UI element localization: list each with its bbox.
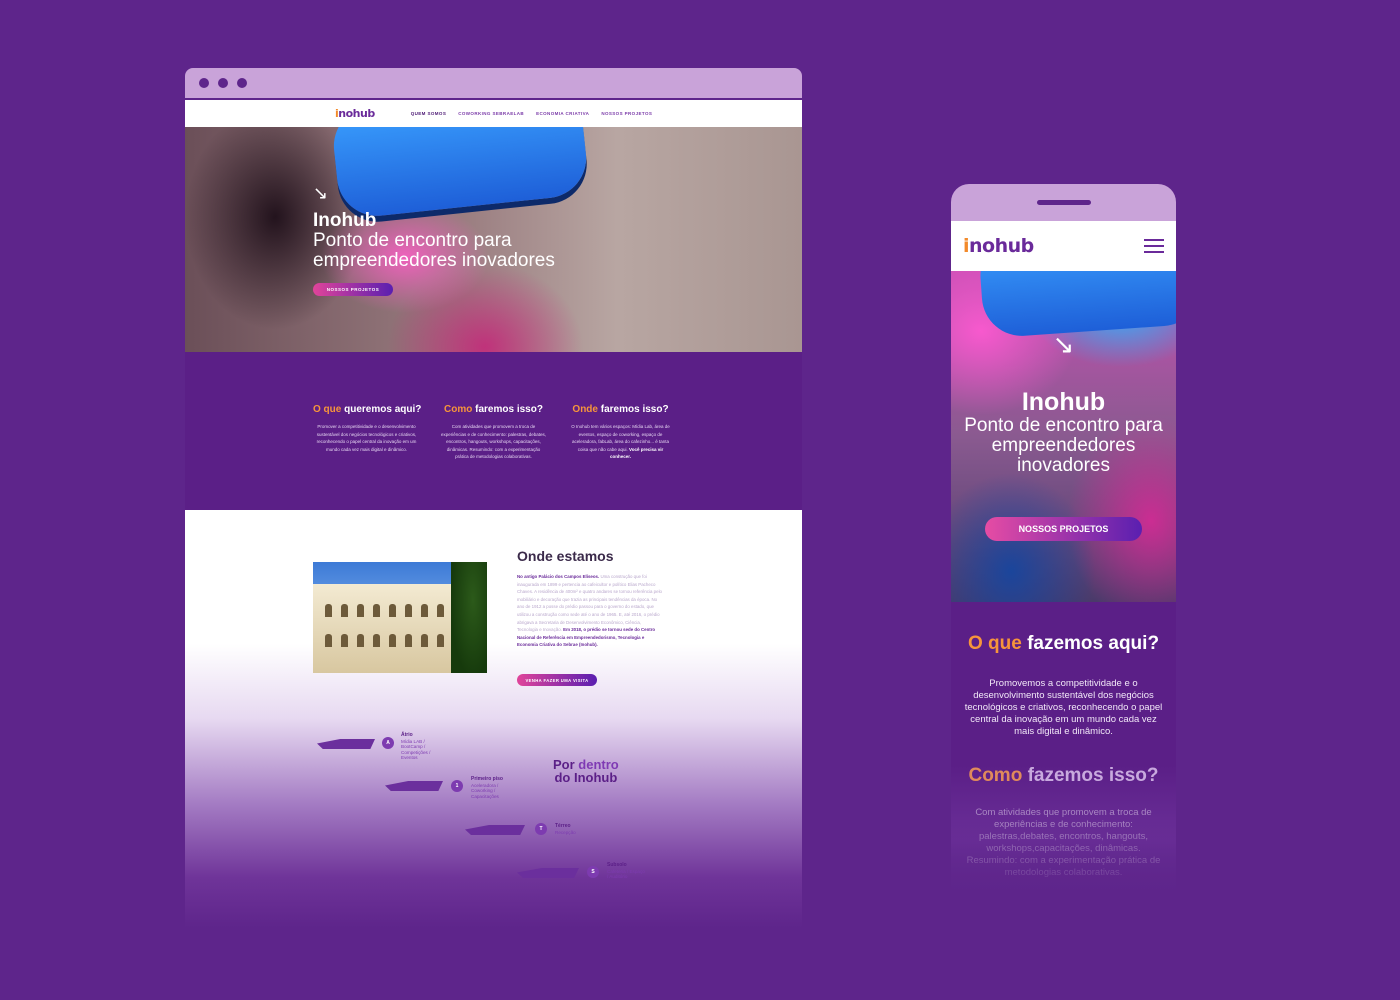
column-text: O Inohub tem vários espaços: Mídia Lab, …: [571, 424, 670, 459]
floor-shape-atrio: [317, 739, 375, 749]
floor-shape-terreo: [465, 825, 525, 835]
inohub-logo[interactable]: inohub: [963, 235, 1034, 257]
desktop-mockup: inohub QUEM SOMOS COWORKING SEBRAELAB EC…: [185, 68, 802, 928]
nossos-projetos-button[interactable]: NOSSOS PROJETOS: [985, 517, 1142, 541]
column-onde: Onde faremos isso? O Inohub tem vários e…: [567, 404, 674, 510]
mobile-navbar: inohub: [951, 221, 1176, 271]
arrow-down-right-icon: ↘: [1052, 329, 1075, 359]
intro-section: O que queremos aqui? Promover a competit…: [185, 352, 802, 510]
window-dot-close[interactable]: [199, 78, 209, 88]
phone-top-bezel: [951, 184, 1176, 221]
nav-nossos-projetos[interactable]: NOSSOS PROJETOS: [601, 111, 652, 116]
column-heading: O que queremos aqui?: [313, 404, 422, 415]
onde-estamos-title: Onde estamos: [517, 548, 614, 564]
tree-illustration: [451, 562, 487, 673]
floor-label: Átrio Mídia LAB / BootCamp / Competições …: [401, 732, 431, 760]
fade-overlay: [951, 820, 1176, 900]
column-text: Com atividades que promovem a troca de e…: [440, 424, 547, 459]
vr-headset-image: [329, 127, 591, 220]
floor-badge[interactable]: S: [587, 866, 599, 878]
hero-subtitle: Ponto de encontro para empreendedores in…: [313, 230, 555, 271]
desktop-navbar: inohub QUEM SOMOS COWORKING SEBRAELAB EC…: [185, 100, 802, 127]
nav-coworking[interactable]: COWORKING SEBRAELAB: [458, 111, 524, 116]
building-illustration: [313, 584, 463, 673]
window-dot-minimize[interactable]: [218, 78, 228, 88]
column-como: Como faremos isso? Com atividades que pr…: [440, 404, 547, 510]
section-heading-como: Como fazemos isso?: [968, 765, 1159, 786]
browser-chrome: [185, 68, 802, 100]
floor-label: Subsolo Cafeteria / Espaço / Auditório: [607, 862, 645, 879]
floor-badge[interactable]: T: [535, 823, 547, 835]
mobile-mockup: inohub ↘ Inohub Ponto de encontro para e…: [951, 184, 1176, 900]
hero-title: Inohub: [1021, 388, 1106, 416]
floor-label: Térreo Recepção: [555, 823, 576, 835]
phone-speaker: [1036, 200, 1091, 205]
location-section: Onde estamos No antigo Palácio dos Campo…: [185, 510, 802, 928]
hero-subtitle: Ponto de encontro para empreendedores in…: [964, 415, 1163, 476]
section-text: Promovemos a competitividade e o desenvo…: [964, 678, 1163, 737]
palace-photo: [313, 562, 487, 673]
column-heading: Como faremos isso?: [444, 404, 543, 415]
nav-economia-criativa[interactable]: ECONOMIA CRIATIVA: [536, 111, 589, 116]
hero-banner: ↘ Inohub Ponto de encontro para empreend…: [185, 127, 802, 352]
onde-estamos-text: No antigo Palácio dos Campos Elíseos. Um…: [517, 574, 662, 648]
floor-badge[interactable]: 1: [451, 780, 463, 792]
column-heading: Onde faremos isso?: [572, 404, 669, 415]
arrow-down-right-icon: ↘: [313, 183, 329, 203]
column-text: Promover a competitividade e o desenvolv…: [316, 424, 417, 452]
floor-shape-subsolo: [517, 868, 579, 878]
mobile-hero: ↘ Inohub Ponto de encontro para empreend…: [951, 271, 1176, 602]
section-heading-o-que: O que fazemos aqui?: [967, 633, 1160, 654]
nossos-projetos-button[interactable]: NOSSOS PROJETOS: [313, 283, 393, 296]
column-o-que: O que queremos aqui? Promover a competit…: [313, 404, 422, 510]
hamburger-menu-icon[interactable]: [1144, 235, 1164, 257]
floor-badge[interactable]: A: [382, 737, 394, 749]
floor-label: Primeiro piso Aceleradora / Coworking / C…: [471, 776, 503, 799]
visita-button[interactable]: VENHA FAZER UMA VISITA: [517, 674, 597, 686]
floor-shape-primeiro: [385, 781, 443, 791]
nav-quem-somos[interactable]: QUEM SOMOS: [411, 111, 447, 116]
hero-title: Inohub: [313, 210, 377, 231]
inohub-logo[interactable]: inohub: [335, 107, 375, 120]
window-dot-maximize[interactable]: [237, 78, 247, 88]
por-dentro-heading: Por dentro do Inohub: [553, 757, 619, 785]
